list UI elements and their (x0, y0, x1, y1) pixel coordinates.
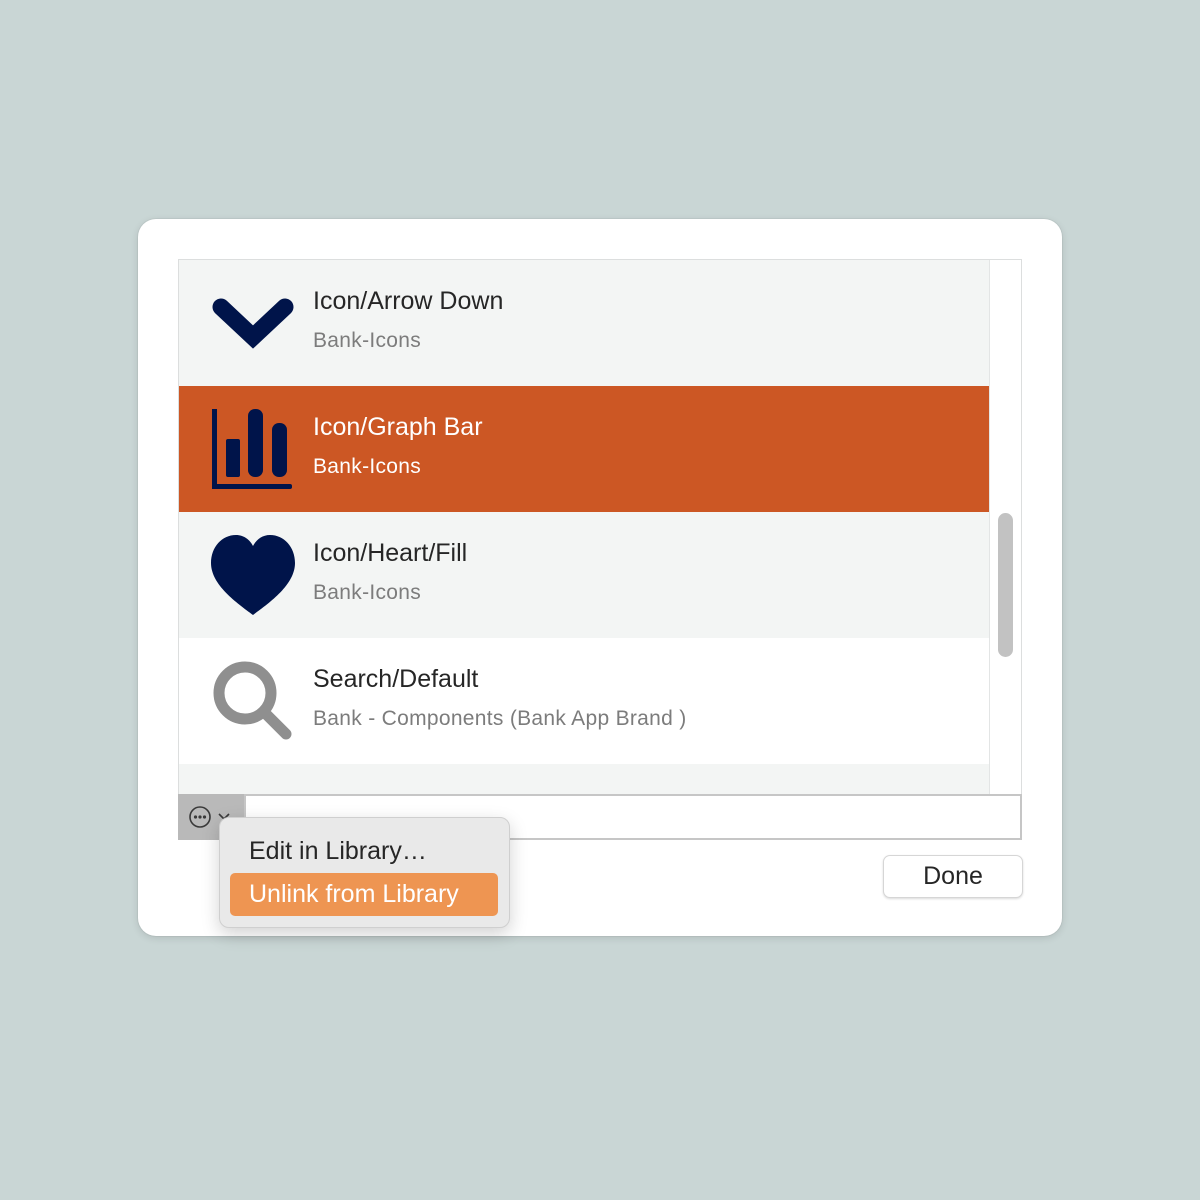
list-item[interactable]: Search/Default Bank - Components (Bank A… (179, 638, 989, 764)
list-item[interactable]: Icon/Arrow Down Bank-Icons (179, 260, 989, 386)
list-item[interactable]: Icon/Heart/Fill Bank-Icons (179, 512, 989, 638)
list-item-selected[interactable]: Icon/Graph Bar Bank-Icons (179, 386, 989, 512)
done-button[interactable]: Done (883, 855, 1023, 898)
list-item-title: Icon/Arrow Down (313, 287, 504, 315)
ellipsis-circle-icon (189, 806, 211, 828)
symbol-list: Icon/Arrow Down Bank-Icons Icon/Graph Ba… (178, 259, 1022, 796)
arrow-down-icon (211, 281, 295, 365)
list-item-title: Icon/Graph Bar (313, 413, 483, 441)
context-menu: Edit in Library… Unlink from Library (219, 817, 510, 928)
list-item-subtitle: Bank - Components (Bank App Brand ) (313, 707, 687, 730)
list-item-subtitle: Bank-Icons (313, 581, 422, 604)
search-icon (211, 659, 295, 743)
scrollbar-track[interactable] (989, 260, 1021, 795)
list-item-subtitle: Bank-Icons (313, 455, 422, 478)
list-item-subtitle: Bank-Icons (313, 329, 422, 352)
menu-item-edit-in-library[interactable]: Edit in Library… (230, 830, 498, 873)
scrollbar-thumb[interactable] (998, 513, 1013, 657)
list-item-title: Icon/Heart/Fill (313, 539, 468, 567)
list-item-partial[interactable] (179, 764, 989, 795)
menu-item-unlink-from-library[interactable]: Unlink from Library (230, 873, 498, 916)
graph-bar-icon (211, 407, 295, 491)
heart-icon (211, 533, 295, 617)
list-item-title: Search/Default (313, 665, 479, 693)
